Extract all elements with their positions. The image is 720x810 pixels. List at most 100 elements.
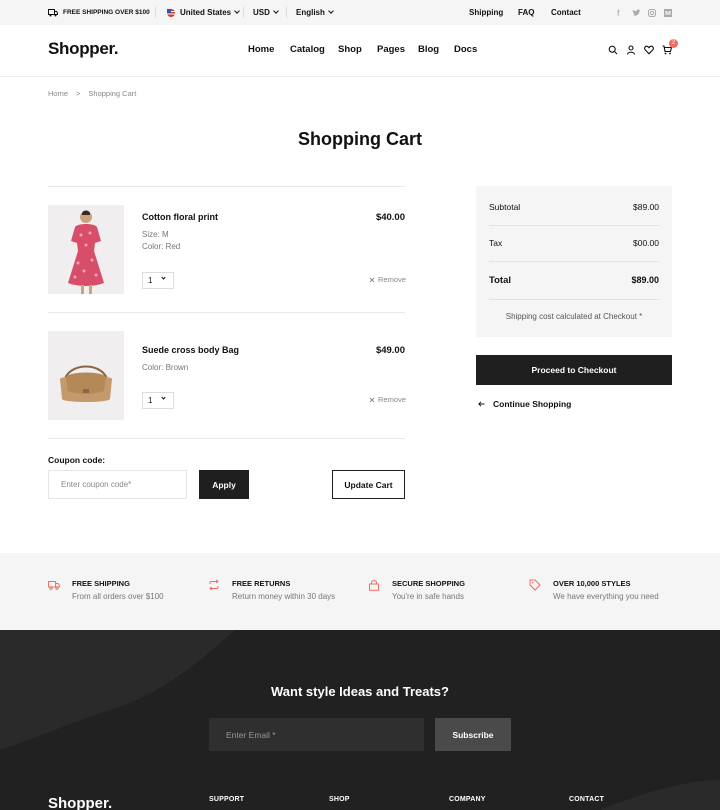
feature-subtitle: We have everything you need [553,592,659,601]
search-icon[interactable] [608,45,618,55]
subtotal-value: $89.00 [633,202,659,212]
footer-logo[interactable]: Shopper. [48,795,112,810]
language-select[interactable]: English [296,0,334,25]
continue-shopping-link[interactable]: Continue Shopping [478,399,571,409]
remove-label: Remove [378,395,406,404]
quantity-value: 1 [148,396,153,405]
divider [48,186,405,187]
nav-home[interactable]: Home [248,44,274,55]
facebook-icon[interactable]: f [617,0,620,25]
product-image-bag[interactable] [48,331,124,420]
quantity-select[interactable]: 1 [142,392,174,409]
divider [489,299,659,300]
shipping-note-text: FREE SHIPPING OVER $100 [63,9,150,16]
country-label: United States [180,8,232,17]
cart-count-badge: 2 [669,39,678,48]
product-name[interactable]: Cotton floral print [142,212,218,222]
remove-label: Remove [378,275,406,284]
subscribe-button[interactable]: Subscribe [435,718,511,751]
divider [48,438,405,439]
breadcrumb: Home > Shopping Cart [48,89,136,98]
coupon-label: Coupon code: [48,455,106,465]
site-header: Shopper. Home Catalog Shop Pages Blog Do… [0,25,720,77]
arrow-left-icon [478,401,485,407]
product-name[interactable]: Suede cross body Bag [142,345,239,355]
close-icon [369,277,375,282]
product-size: Size: M [142,230,169,239]
remove-item-button[interactable]: Remove [369,275,406,284]
twitter-icon[interactable] [632,0,641,25]
truck-icon [48,8,58,16]
chevron-down-icon [234,8,240,14]
total-label: Total [489,275,511,286]
divider [489,261,659,262]
chevron-down-icon [161,395,166,400]
currency-label: USD [253,8,270,17]
logo[interactable]: Shopper. [48,39,119,59]
divider [243,7,244,18]
us-flag-icon [167,8,175,17]
newsletter-title: Want style Ideas and Treats? [271,684,449,699]
feature-subtitle: Return money within 30 days [232,592,336,601]
coupon-input[interactable]: Enter coupon code* [48,470,187,499]
close-icon [369,397,375,402]
feature-title: FREE SHIPPING [72,579,130,588]
product-color: Color: Brown [142,363,189,372]
features-strip: FREE SHIPPING From all orders over $100 … [0,553,720,630]
remove-item-button[interactable]: Remove [369,395,406,404]
quantity-select[interactable]: 1 [142,272,174,289]
country-select[interactable]: United States [167,0,240,25]
medium-icon[interactable] [664,0,672,25]
lock-icon [369,580,379,591]
chevron-down-icon [328,8,334,14]
newsletter-email-input[interactable]: Enter Email * [209,718,424,751]
shipping-note: FREE SHIPPING OVER $100 [48,0,150,25]
nav-docs[interactable]: Docs [454,44,477,55]
product-image-dress[interactable] [48,205,124,294]
feature-title: SECURE SHOPPING [392,579,465,588]
repeat-icon [209,579,219,591]
footer-column-company: COMPANY [449,796,486,803]
site-footer: Want style Ideas and Treats? Enter Email… [0,630,720,810]
breadcrumb-separator: > [76,89,81,98]
nav-catalog[interactable]: Catalog [290,44,325,55]
feature-subtitle: You're in safe hands [392,592,464,601]
shipping-note: Shipping cost calculated at Checkout * [505,312,643,321]
tag-icon [529,579,541,591]
product-price: $49.00 [375,345,405,356]
product-color: Color: Red [142,242,181,251]
breadcrumb-home[interactable]: Home [48,89,68,98]
nav-pages[interactable]: Pages [377,44,405,55]
checkout-button[interactable]: Proceed to Checkout [476,355,672,385]
currency-select[interactable]: USD [253,0,279,25]
update-cart-button[interactable]: Update Cart [332,470,405,499]
coupon-placeholder: Enter coupon code* [61,480,132,489]
topbar-link-shipping[interactable]: Shipping [469,0,503,25]
divider [155,7,156,18]
breadcrumb-current: Shopping Cart [88,89,137,98]
feature-subtitle: From all orders over $100 [72,592,164,601]
user-icon[interactable] [626,45,636,55]
footer-column-contact: CONTACT [569,796,605,803]
subtotal-row: Subtotal $89.00 [489,202,659,212]
nav-blog[interactable]: Blog [418,44,439,55]
divider [286,7,287,18]
total-row: Total $89.00 [489,275,659,286]
nav-shop[interactable]: Shop [338,44,362,55]
heart-icon[interactable] [644,45,654,55]
tax-label: Tax [489,238,503,248]
email-placeholder: Enter Email * [226,729,276,740]
language-label: English [296,8,325,17]
topbar-link-contact[interactable]: Contact [551,0,581,25]
quantity-value: 1 [148,276,153,285]
instagram-icon[interactable] [648,0,656,25]
total-value: $89.00 [631,275,659,285]
order-summary: Subtotal $89.00 Tax $00.00 Total $89.00 … [476,186,672,337]
topbar-link-faq[interactable]: FAQ [518,0,534,25]
page-title: Shopping Cart [298,129,422,149]
divider [48,312,405,313]
continue-label: Continue Shopping [493,399,572,409]
truck-icon [48,581,60,590]
apply-coupon-button[interactable]: Apply [199,470,249,499]
subtotal-label: Subtotal [489,202,521,212]
